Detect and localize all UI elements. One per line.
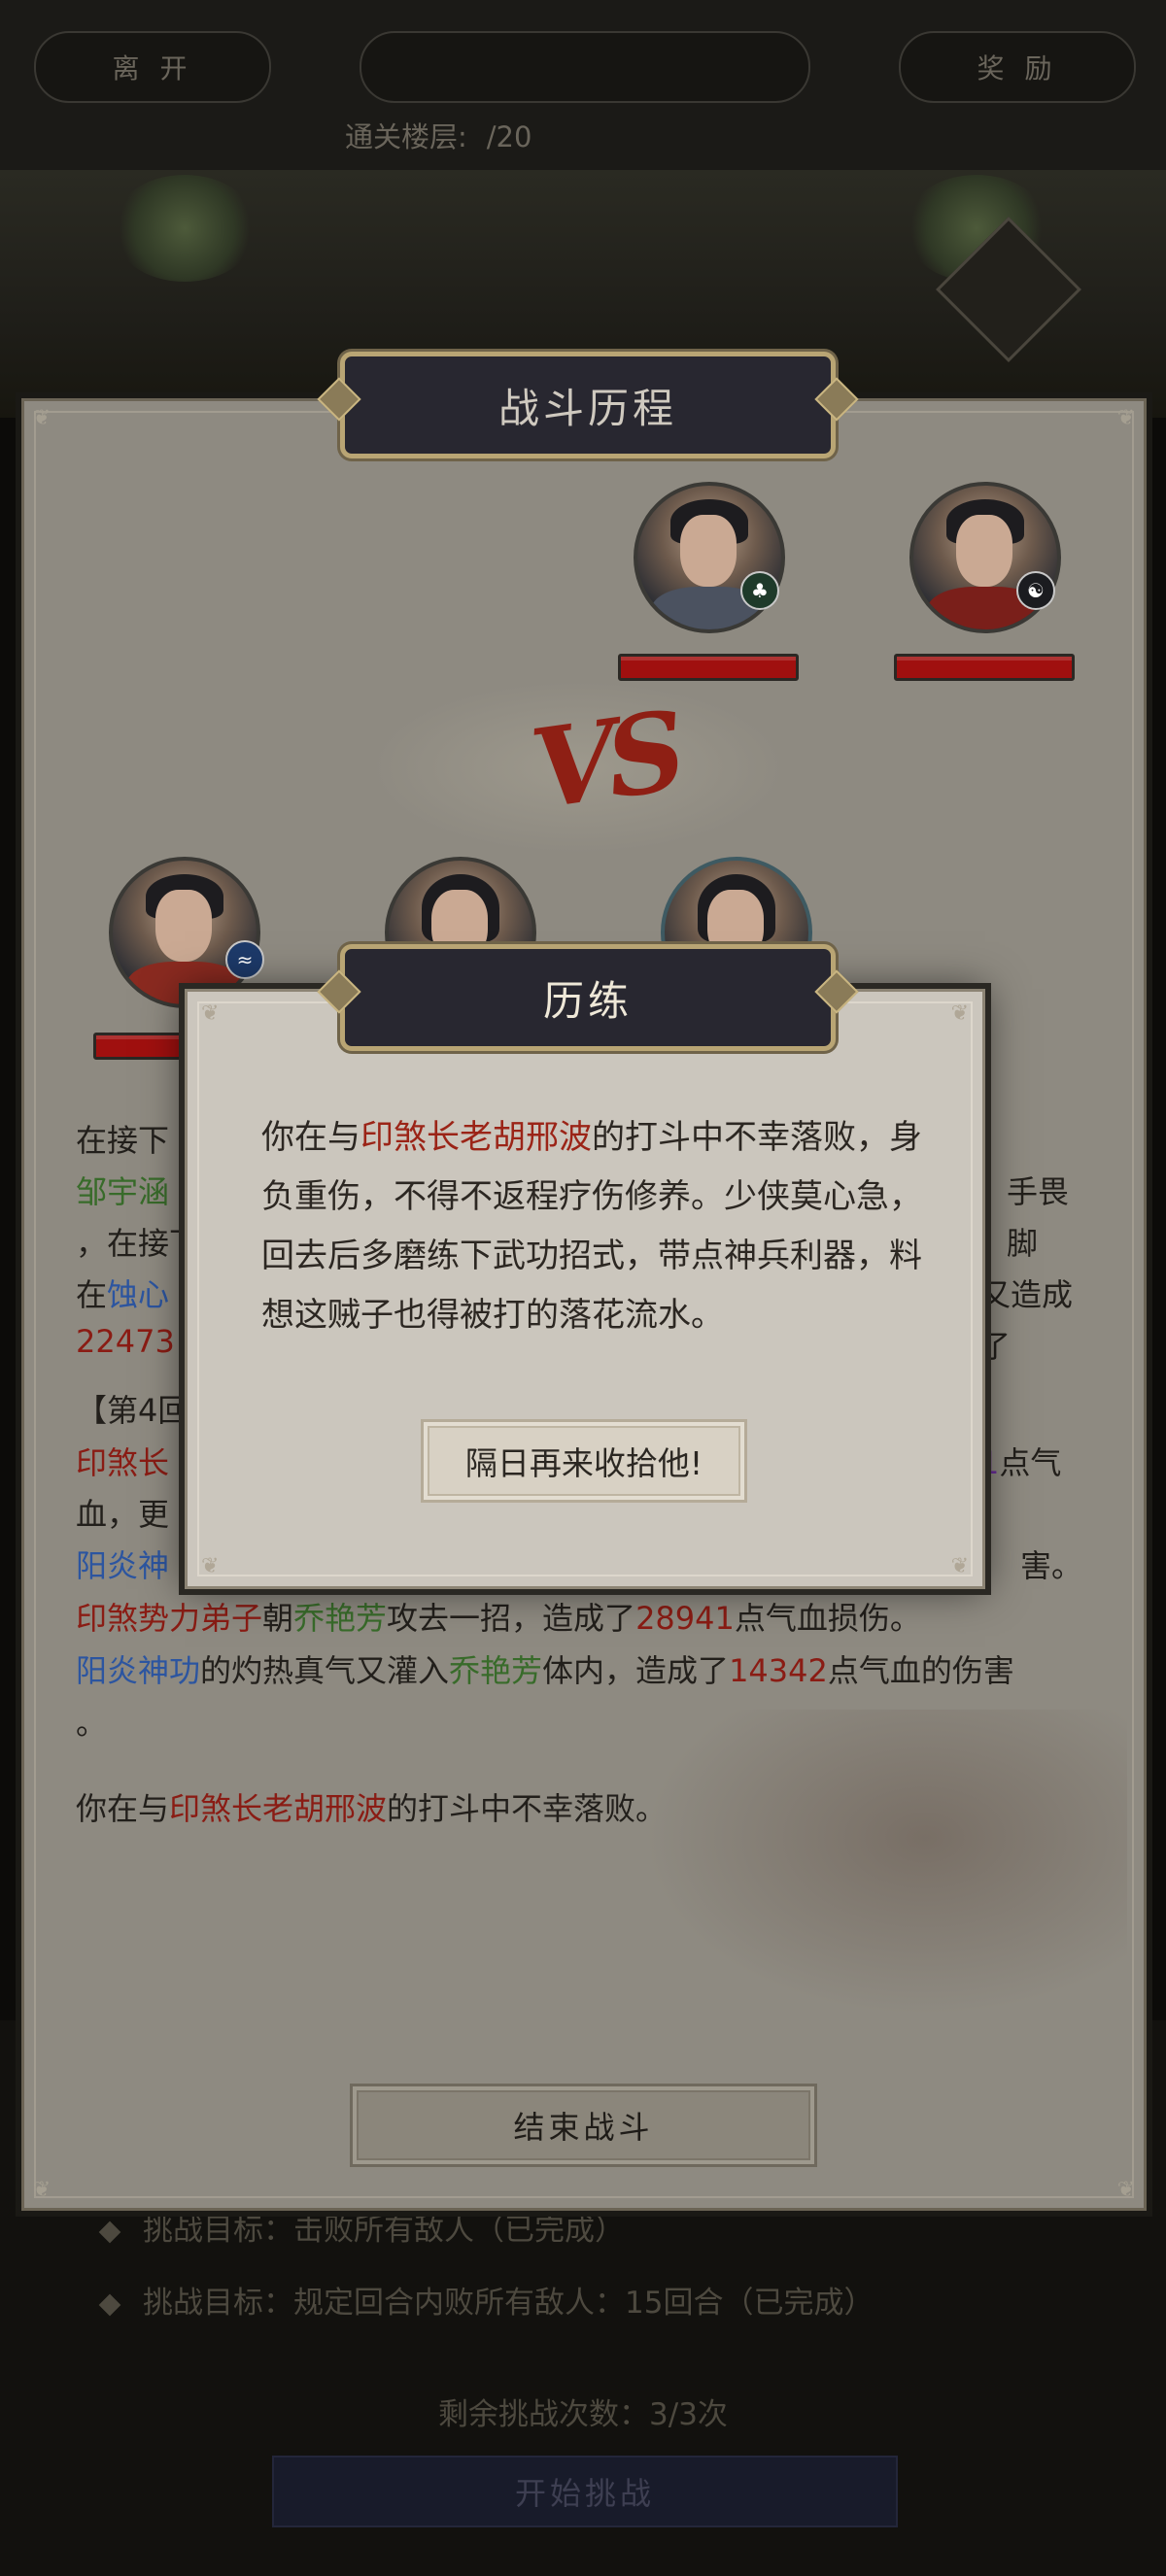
enemy-hp-bar-2 (894, 654, 1075, 681)
enemy-hp-bar-1 (618, 654, 799, 681)
corner-ornament: ❦ (201, 1001, 220, 1026)
top-bar: 离 开 奖 励 通关楼层: /20 (0, 0, 1166, 172)
battle-title-plate: 战斗历程 (317, 352, 859, 458)
retry-tomorrow-button[interactable]: 隔日再来收拾他! (421, 1419, 747, 1503)
plant-decoration (112, 175, 257, 282)
tower-title (360, 31, 810, 103)
floor-value: /20 (486, 120, 532, 153)
corner-ornament: ❦ (1116, 2178, 1136, 2202)
enemy-avatar-1[interactable] (634, 482, 785, 633)
floor-label: 通关楼层: (345, 120, 467, 153)
leave-button[interactable]: 离 开 (34, 31, 271, 103)
tree-icon: ♣ (740, 571, 779, 610)
modal-message: 你在与印煞长老胡邢波的打斗中不幸落败，身负重伤，不得不返程疗伤修养。少侠莫心急，… (261, 1118, 922, 1335)
corner-ornament: ❦ (950, 1001, 969, 1026)
corner-ornament: ❦ (1116, 406, 1136, 430)
battle-log-line: 阳炎神功的灼热真气又灌入乔艳芳体内，造成了14342点气血的伤害 (76, 1652, 1014, 1689)
water-icon: ≈ (225, 940, 264, 979)
modal-title-plate: 历练 (317, 944, 859, 1051)
enemy-avatar-2[interactable] (909, 482, 1061, 633)
goal-1: 挑战目标：击败所有敌人（已完成） (98, 2205, 625, 2249)
battle-log-line: 印煞势力弟子朝乔艳芳攻去一招，造成了28941点气血损伤。 (76, 1600, 921, 1637)
battle-title: 战斗历程 (497, 384, 677, 432)
corner-ornament: ❦ (201, 1554, 220, 1578)
ink-painting-decoration (622, 1710, 1127, 2030)
reward-button[interactable]: 奖 励 (899, 31, 1136, 103)
vs-emblem: VS (524, 688, 685, 834)
enemy-name: 印煞长老胡邢波 (360, 1118, 592, 1157)
corner-ornament: ❦ (950, 1554, 969, 1578)
ally-avatar-1[interactable] (109, 857, 260, 1008)
yin-yang-icon: ☯ (1016, 571, 1055, 610)
modal-title: 历练 (542, 976, 633, 1025)
battle-result-line: 你在与印煞长老胡邢波的打斗中不幸落败。 (76, 1790, 668, 1827)
goal-2: 挑战目标：规定回合内败所有敌人：15回合（已完成） (98, 2278, 874, 2322)
corner-ornament: ❦ (32, 2178, 51, 2202)
training-modal: ❦ ❦ ❦ ❦ 你在与印煞长老胡邢波的打斗中不幸落败，身负重伤，不得不返程疗伤修… (185, 989, 985, 1589)
end-battle-button[interactable]: 结束战斗 (350, 2084, 817, 2167)
floor-progress: 通关楼层: /20 (345, 115, 532, 155)
remaining-attempts: 剩余挑战次数：3/3次 (438, 2397, 728, 2432)
start-challenge-button[interactable]: 开始挑战 (272, 2456, 898, 2527)
corner-ornament: ❦ (32, 406, 51, 430)
